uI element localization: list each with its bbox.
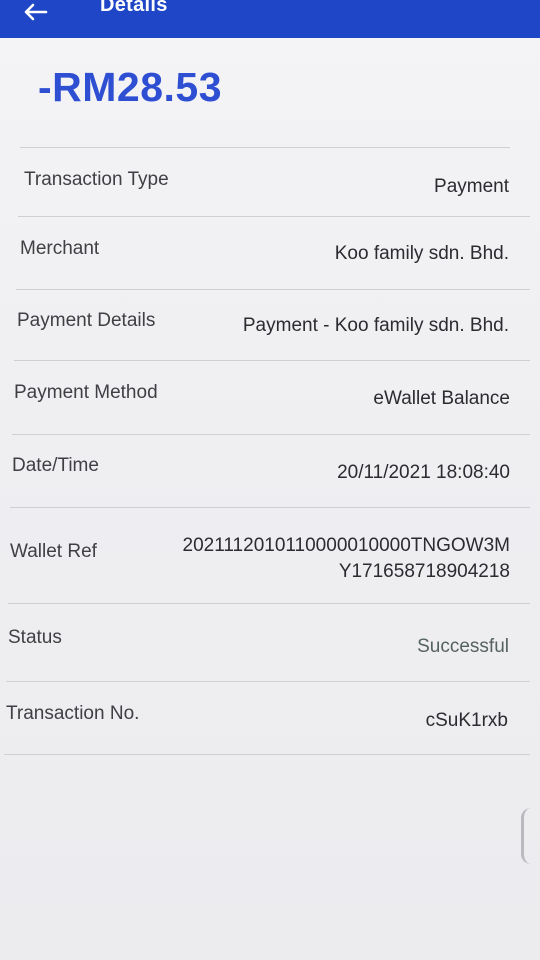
wallet-ref-line-1: 20211120101100000100​00TNGOW3M bbox=[182, 535, 510, 556]
merchant-label: Merchant bbox=[20, 238, 100, 259]
divider bbox=[20, 147, 510, 148]
payment-details-label: Payment Details bbox=[17, 310, 156, 331]
divider bbox=[4, 754, 530, 755]
transaction-amount: -RM28.53 bbox=[38, 64, 223, 110]
merchant-value: Koo family sdn. Bhd. bbox=[334, 243, 509, 264]
transaction-no-label: Transaction No. bbox=[6, 703, 140, 724]
scroll-indicator[interactable] bbox=[521, 808, 534, 864]
date-time-value: 20/11/2021 18:08:40 bbox=[337, 462, 510, 483]
wallet-ref-value: 20211120101100000100​00TNGOW3M Y17165871… bbox=[183, 533, 510, 585]
payment-details-value: Payment - Koo family sdn. Bhd. bbox=[242, 315, 509, 336]
divider bbox=[14, 360, 530, 361]
transaction-details-screen: Details -RM28.53 Transaction Type Paymen… bbox=[0, 0, 540, 960]
app-bar: Details bbox=[0, 0, 540, 38]
wallet-ref-label: Wallet Ref bbox=[10, 541, 97, 562]
status-value: Successful bbox=[417, 636, 509, 657]
transaction-type-value: Payment bbox=[434, 176, 509, 197]
wallet-ref-line-2: Y171658718904218 bbox=[338, 561, 510, 582]
back-button[interactable] bbox=[18, 0, 52, 24]
divider bbox=[12, 434, 530, 435]
date-time-label: Date/Time bbox=[12, 455, 99, 476]
transaction-type-label: Transaction Type bbox=[24, 169, 169, 190]
payment-method-value: eWallet Balance bbox=[373, 388, 510, 409]
divider bbox=[18, 216, 530, 217]
arrow-left-icon bbox=[24, 3, 48, 21]
divider bbox=[16, 289, 530, 290]
payment-method-label: Payment Method bbox=[14, 382, 158, 403]
page-title: Details bbox=[100, 0, 168, 16]
divider bbox=[10, 507, 530, 508]
status-label: Status bbox=[8, 627, 62, 648]
divider bbox=[8, 603, 530, 604]
divider bbox=[6, 681, 530, 682]
transaction-no-value: cSuK1rxb bbox=[425, 710, 508, 731]
